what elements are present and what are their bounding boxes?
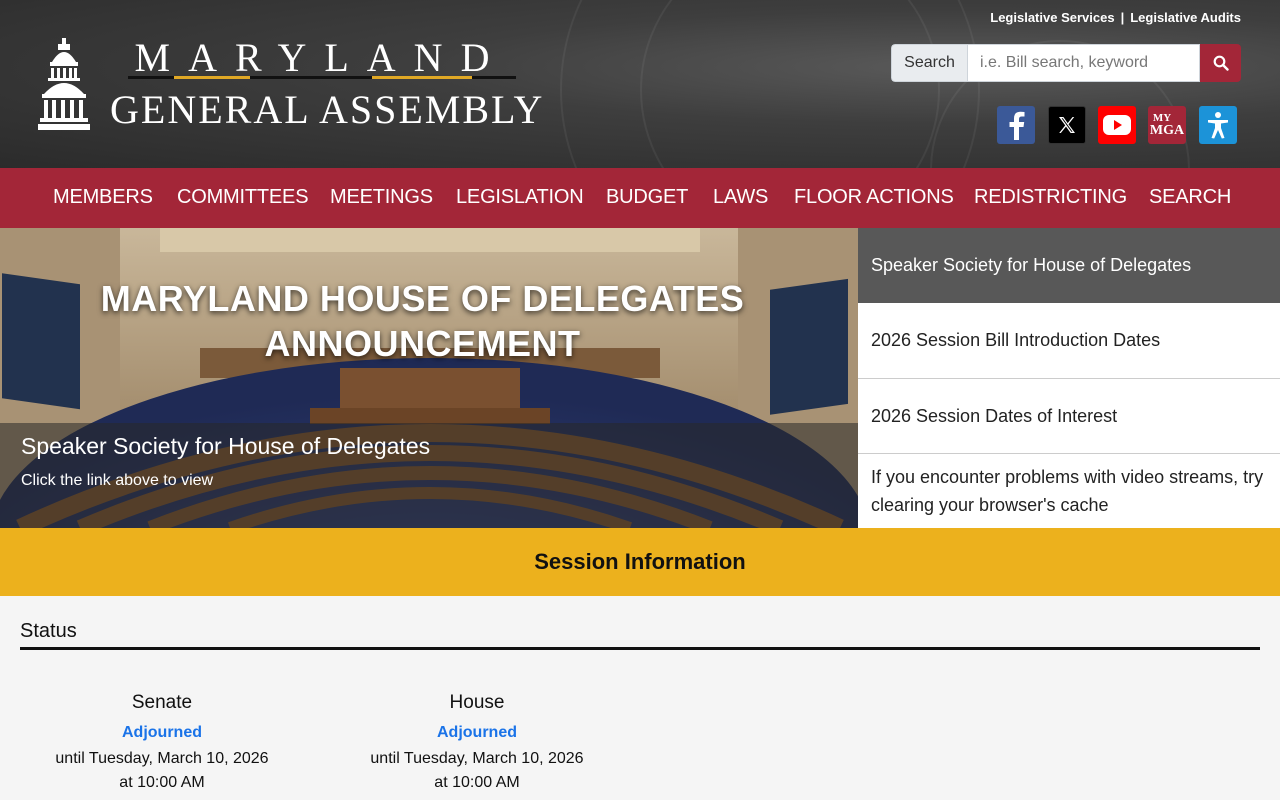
- house-label: House: [449, 692, 505, 713]
- site-header: Legislative Services | Legislative Audits …: [0, 0, 1280, 168]
- hero-caption: Speaker Society for House of Delegates C…: [0, 423, 858, 528]
- senate-status: Senate Adjourned until Tuesday, March 10…: [32, 692, 292, 795]
- announcement-item-speaker-society[interactable]: Speaker Society for House of Delegates: [858, 228, 1280, 303]
- site-search: Search: [891, 44, 1241, 82]
- status-title: Status: [20, 620, 77, 642]
- mymga-link[interactable]: MY MGA: [1148, 106, 1186, 144]
- nav-budget[interactable]: BUDGET: [606, 168, 688, 228]
- house-until-line1: until Tuesday, March 10, 2026: [370, 750, 584, 767]
- site-logo[interactable]: MARYLAND GENERAL ASSEMBLY: [38, 35, 548, 136]
- nav-meetings[interactable]: MEETINGS: [330, 168, 433, 228]
- nav-search[interactable]: SEARCH: [1149, 168, 1231, 228]
- nav-redistricting[interactable]: REDISTRICTING: [974, 168, 1127, 228]
- session-information-heading: Session Information: [0, 528, 1280, 596]
- announcement-list: Speaker Society for House of Delegates 2…: [858, 228, 1280, 528]
- house-status: House Adjourned until Tuesday, March 10,…: [347, 692, 607, 795]
- logo-general-assembly-text: GENERAL ASSEMBLY: [110, 87, 545, 132]
- announcement-item-dates-of-interest[interactable]: 2026 Session Dates of Interest: [858, 379, 1280, 454]
- accessibility-icon: [1208, 112, 1228, 139]
- legislative-audits-link[interactable]: Legislative Audits: [1130, 10, 1241, 25]
- hero-caption-title[interactable]: Speaker Society for House of Delegates: [21, 433, 430, 460]
- hero-caption-subtitle: Click the link above to view: [21, 472, 214, 489]
- house-until-line2: at 10:00 AM: [434, 774, 520, 791]
- facebook-icon: [1009, 111, 1025, 140]
- nav-floor-actions[interactable]: FLOOR ACTIONS: [794, 168, 954, 228]
- top-links: Legislative Services | Legislative Audits: [990, 10, 1241, 25]
- logo-divider: [128, 76, 516, 79]
- x-icon: [1059, 117, 1075, 133]
- announcement-item-video-streams[interactable]: If you encounter problems with video str…: [858, 454, 1280, 528]
- legislative-services-link[interactable]: Legislative Services: [990, 10, 1114, 25]
- status-divider: [20, 647, 1260, 650]
- search-label: Search: [891, 44, 967, 82]
- search-icon: [1213, 55, 1229, 71]
- search-button[interactable]: [1200, 44, 1241, 82]
- senate-state-link[interactable]: Adjourned: [32, 724, 292, 742]
- hero-title-line1: MARYLAND HOUSE OF DELEGATES: [100, 278, 745, 319]
- senate-until-line2: at 10:00 AM: [119, 774, 205, 791]
- mymga-my-text: MY: [1152, 111, 1172, 124]
- youtube-link[interactable]: [1098, 106, 1136, 144]
- hero-slide[interactable]: MARYLAND HOUSE OF DELEGATES ANNOUNCEMENT…: [0, 228, 858, 528]
- senate-until-line1: until Tuesday, March 10, 2026: [55, 750, 269, 767]
- accessibility-link[interactable]: [1199, 106, 1237, 144]
- senate-label: Senate: [131, 692, 193, 713]
- search-input[interactable]: [967, 44, 1200, 82]
- main-navigation: MEMBERS COMMITTEES MEETINGS LEGISLATION …: [0, 168, 1280, 228]
- nav-legislation[interactable]: LEGISLATION: [456, 168, 584, 228]
- announcement-item-bill-intro-dates[interactable]: 2026 Session Bill Introduction Dates: [858, 303, 1280, 379]
- background-arch: [640, 0, 940, 168]
- youtube-icon: [1103, 115, 1131, 135]
- nav-committees[interactable]: COMMITTEES: [177, 168, 309, 228]
- nav-members[interactable]: MEMBERS: [53, 168, 153, 228]
- nav-laws[interactable]: LAWS: [713, 168, 768, 228]
- x-link[interactable]: [1048, 106, 1086, 144]
- facebook-link[interactable]: [997, 106, 1035, 144]
- hero-title-line2: ANNOUNCEMENT: [264, 323, 581, 364]
- house-state-link[interactable]: Adjourned: [347, 724, 607, 742]
- logo-maryland-text: MARYLAND: [134, 35, 508, 80]
- capitol-dome-icon: [38, 38, 90, 130]
- mymga-mga-text: MGA: [1149, 122, 1185, 138]
- separator: |: [1120, 10, 1125, 25]
